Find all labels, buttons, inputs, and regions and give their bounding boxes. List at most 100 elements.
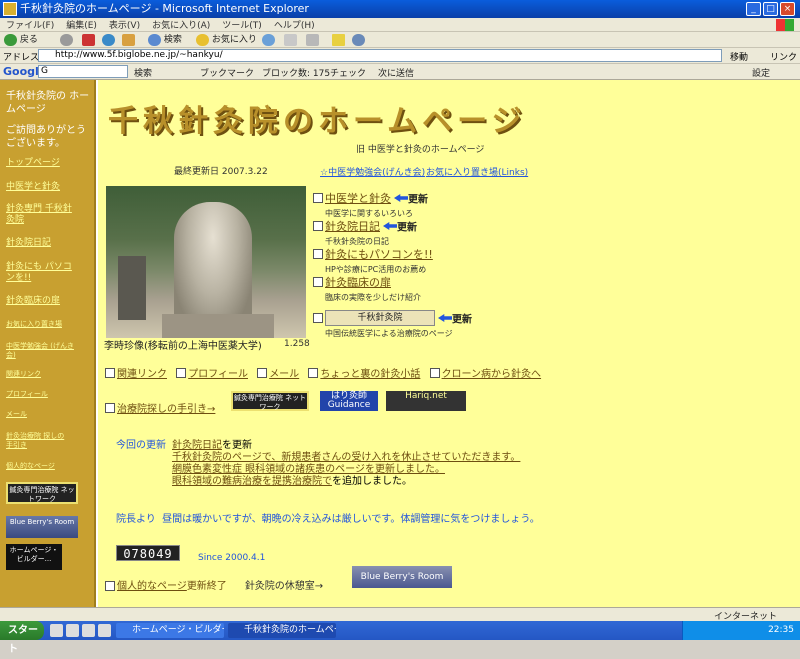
send-to-button[interactable]: 次に送信 <box>378 66 414 79</box>
banner-network[interactable]: 鍼灸専門治療院 ネットワーク <box>231 391 309 411</box>
left-nav-search-guide[interactable]: 針灸治療院 探しの手引き <box>6 432 70 450</box>
task-homepage-builder[interactable]: ホームページ・ビルダー - [... <box>116 623 224 638</box>
go-button[interactable]: 移動 <box>730 50 748 63</box>
bullet-icon <box>105 402 115 413</box>
blueberry-room-banner[interactable]: Blue Berry's Room <box>352 566 452 588</box>
spellcheck-button[interactable]: チェック <box>330 66 366 79</box>
notes-button[interactable] <box>332 33 345 47</box>
nav-links[interactable]: 関連リンク <box>117 369 167 380</box>
left-nav-study-group[interactable]: 中医学勉強会 (げんき会) <box>6 342 76 360</box>
menu-bar: ファイル(F) 編集(E) 表示(V) お気に入り(A) ツール(T) ヘルプ(H) <box>0 18 800 32</box>
stop-button[interactable] <box>82 33 95 47</box>
left-banner-builder[interactable]: ホームページ・ ビルダー... <box>6 544 62 570</box>
section-tcm-link[interactable]: 中医学と針灸 <box>325 192 391 205</box>
menu-favorites[interactable]: お気に入り(A) <box>146 19 216 33</box>
bullet-icon <box>313 313 323 323</box>
window-title: 千秋針灸院のホームページ - Microsoft Internet Explor… <box>20 2 309 15</box>
director-message: 院長より 昼間は暖かいですが、朝晩の冷え込みは厳しいです。体調管理に気をつけまし… <box>116 510 540 525</box>
left-nav-personal[interactable]: 個人的なページ <box>6 462 55 471</box>
home-icon <box>122 33 135 46</box>
nav-stories[interactable]: ちょっと裏の針灸小話 <box>320 369 420 380</box>
left-banner-network[interactable]: 鍼灸専門治療院 ネットワーク <box>6 482 78 504</box>
messenger-button[interactable] <box>352 33 365 47</box>
last-updated: 最終更新日 2007.3.22 <box>174 167 268 177</box>
windows-logo-icon <box>776 19 794 31</box>
nav-crohn[interactable]: クローン病から針灸へ <box>442 369 542 380</box>
popup-blocked-count[interactable]: ブロック数: 175 <box>262 66 330 79</box>
personal-page-link[interactable]: 個人的なページ <box>117 581 187 592</box>
left-nav-diary[interactable]: 針灸院日記 <box>6 238 51 249</box>
menu-tools[interactable]: ツール(T) <box>216 19 268 33</box>
notes-icon <box>332 33 345 46</box>
menu-file[interactable]: ファイル(F) <box>0 19 60 33</box>
links-button[interactable]: リンク <box>770 50 797 63</box>
left-banner-blueberry[interactable]: Blue Berry's Room <box>6 516 78 538</box>
close-button[interactable]: × <box>780 2 795 16</box>
favorites-button[interactable]: お気に入り <box>196 33 257 47</box>
search-guide-link[interactable]: 治療院探しの手引き→ <box>117 404 215 415</box>
home-button[interactable] <box>122 33 135 47</box>
left-nav-profile[interactable]: プロフィール <box>6 390 48 399</box>
back-button[interactable]: 戻る <box>4 33 38 47</box>
quicklaunch-media-icon[interactable] <box>82 624 95 637</box>
arrow-icon <box>383 222 397 230</box>
banner-guidance[interactable]: はり灸師 Guidance <box>320 391 378 411</box>
visitor-counter: 078049 <box>116 545 180 561</box>
main-frame: 千秋針灸院のホームページ 旧 中医学と針灸のホームページ 最終更新日 2007.… <box>98 80 800 607</box>
section-pc-link[interactable]: 針灸にもパソコンを!! <box>325 248 433 261</box>
task-ie-window[interactable]: 千秋針灸院のホームページ... <box>228 623 336 638</box>
study-group-link[interactable]: ☆中医学勉強会(げんき会) <box>320 165 425 178</box>
left-nav-clinical[interactable]: 針灸臨床の扉 <box>6 296 60 307</box>
minimize-button[interactable]: _ <box>746 2 761 16</box>
left-nav-tcm[interactable]: 中医学と針灸 <box>6 182 60 193</box>
left-nav-links[interactable]: 関連リンク <box>6 370 41 379</box>
google-bookmarks-button[interactable]: ブックマーク <box>200 66 254 79</box>
address-input[interactable]: http://www.5f.biglobe.ne.jp/~hankyu/ <box>38 49 722 62</box>
edit-button[interactable] <box>306 33 319 47</box>
left-navigation-frame: 千秋針灸院の ホームページ ご訪問ありがとう ございます。 トップページ 中医学… <box>0 80 96 607</box>
section-clinical: 針灸臨床の扉 臨床の実際を少しだけ紹介 <box>313 274 421 303</box>
refresh-button[interactable] <box>102 33 115 47</box>
stone-stele <box>118 256 146 320</box>
nav-profile[interactable]: プロフィール <box>188 369 248 380</box>
history-button[interactable] <box>262 33 275 47</box>
settings-button[interactable]: 設定 <box>752 66 770 79</box>
left-nav-top[interactable]: トップページ <box>6 158 60 169</box>
news-diary-link[interactable]: 針灸院日記 <box>172 440 222 451</box>
footer-row: 個人的なページ更新終了 針灸院の休憩室→ <box>105 577 323 592</box>
quicklaunch-desktop-icon[interactable] <box>66 624 79 637</box>
statue-base <box>162 314 274 338</box>
favorites-link[interactable]: お気に入り置き場(Links) <box>426 165 528 178</box>
quicklaunch-ie-icon[interactable] <box>50 624 63 637</box>
quicklaunch-app-icon[interactable] <box>98 624 111 637</box>
left-nav-favorites[interactable]: お気に入り置き場 <box>6 320 62 329</box>
forward-button[interactable] <box>60 33 73 47</box>
google-search-input[interactable]: G <box>38 65 128 78</box>
banner-hariq[interactable]: Hariq.net <box>386 391 466 411</box>
left-nav-clinic[interactable]: 針灸専門 千秋針灸院 <box>6 204 76 226</box>
section-clinical-link[interactable]: 針灸臨床の扉 <box>325 276 391 289</box>
google-search-button[interactable]: 検索 <box>134 66 152 79</box>
history-icon <box>262 33 275 46</box>
news-line4-link[interactable]: 眼科領域の難病治療を提携治療院で <box>172 476 332 487</box>
left-nav-mail[interactable]: メール <box>6 410 27 419</box>
search-button[interactable]: 検索 <box>148 33 182 47</box>
maximize-button[interactable]: □ <box>763 2 778 16</box>
forward-arrow-icon <box>60 33 73 46</box>
left-nav-pc[interactable]: 針灸にも パソコンを!! <box>6 262 76 284</box>
news-line2[interactable]: 千秋針灸院のページで、新規患者さんの受け入れを休止させていただきます。 <box>172 452 520 464</box>
start-button[interactable]: スタート <box>0 621 44 655</box>
update-badge: 更新 <box>397 222 417 234</box>
nav-mail[interactable]: メール <box>269 369 299 380</box>
menu-view[interactable]: 表示(V) <box>103 19 146 33</box>
menu-edit[interactable]: 編集(E) <box>60 19 103 33</box>
menu-help[interactable]: ヘルプ(H) <box>268 19 321 33</box>
clinic-logo-link[interactable]: 千秋針灸院 <box>325 310 435 326</box>
photo-number: 1.258 <box>284 339 310 349</box>
section-diary-link[interactable]: 針灸院日記 <box>325 220 380 233</box>
news-line3[interactable]: 網膜色素変性症 眼科領域の諸疾患のページを更新しました。 <box>172 464 445 476</box>
director-label: 院長より <box>116 514 156 525</box>
mail-button[interactable] <box>284 33 297 47</box>
back-label: 戻る <box>19 35 38 45</box>
bullet-icon <box>176 367 187 378</box>
